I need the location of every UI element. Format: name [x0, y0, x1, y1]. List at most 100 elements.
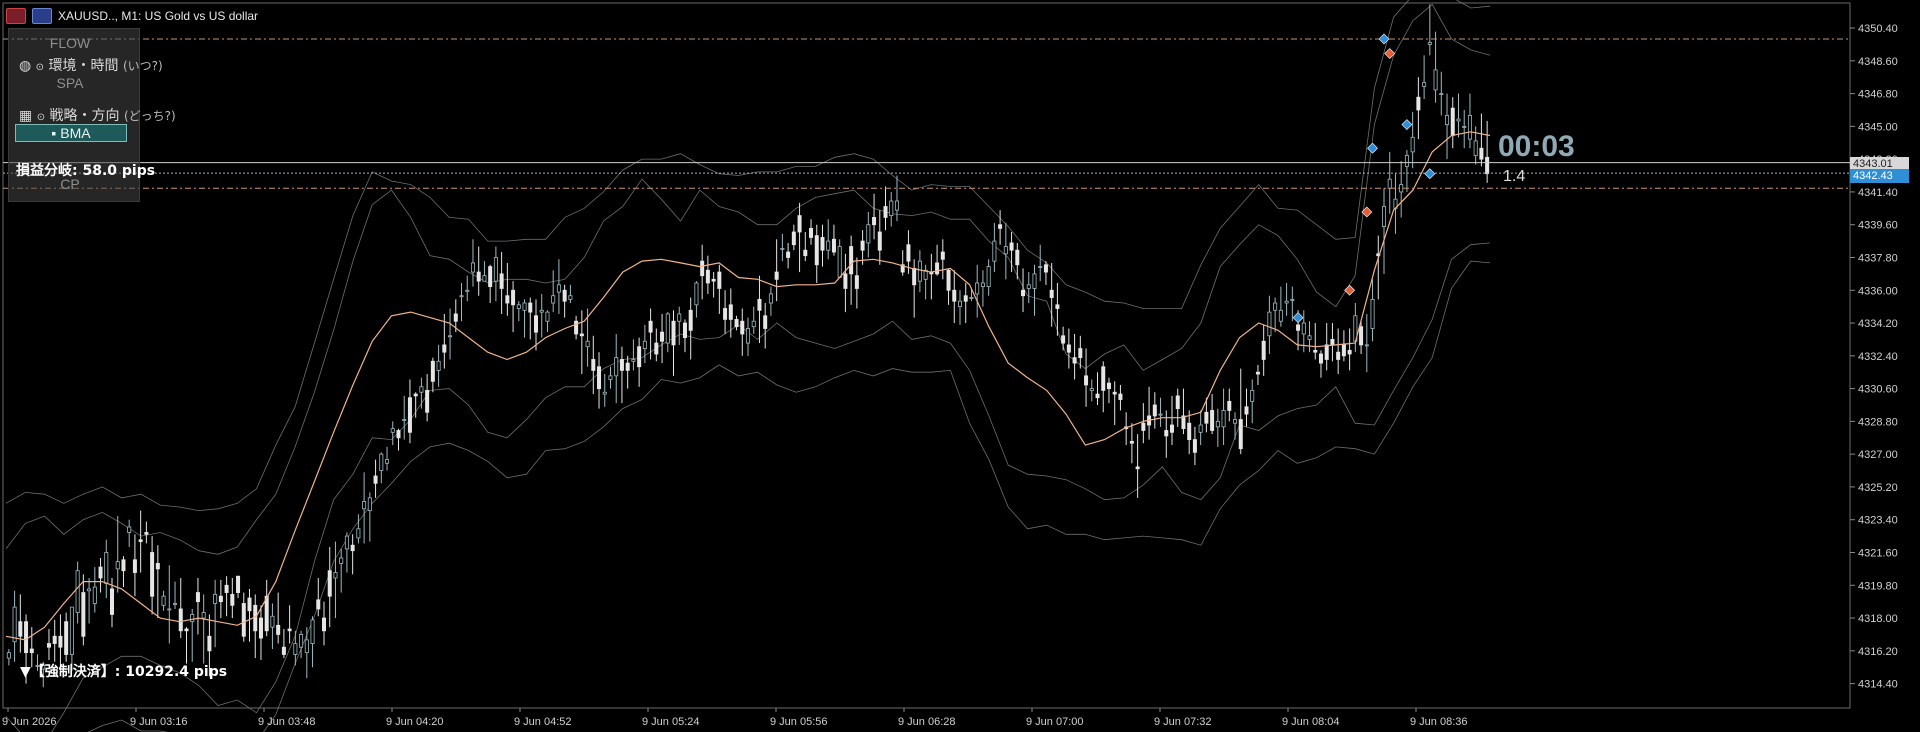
candle [373, 459, 378, 498]
candle [201, 594, 206, 664]
candle-body [1089, 388, 1094, 391]
candle [127, 519, 132, 548]
candle [396, 428, 401, 451]
chart-indicator-icon[interactable] [32, 8, 52, 24]
candle [1433, 31, 1438, 103]
candle [350, 534, 355, 575]
candle-body [917, 260, 922, 282]
candle [1244, 388, 1249, 427]
candle-body [493, 257, 498, 282]
candle-body [872, 217, 877, 226]
candle [1416, 77, 1421, 140]
candle-body [774, 271, 779, 280]
candle-body [310, 619, 315, 644]
candle [236, 575, 241, 599]
row-environment-time[interactable]: ◍ ⊙ 環境・時間 (いつ?) [19, 55, 163, 75]
candle [218, 579, 223, 619]
candle-body [797, 215, 802, 233]
y-tick-label: 4346.80 [1858, 89, 1898, 101]
candle-body [1043, 264, 1048, 273]
candle [333, 541, 338, 619]
candle [327, 547, 332, 628]
x-tick-label: 9 Jun 06:28 [898, 716, 956, 728]
candle [814, 224, 819, 283]
x-tick-label: 9 Jun 04:52 [514, 716, 572, 728]
row-strategy-direction[interactable]: ▦ ⊙ 戦略・方向 (どっち?) [19, 105, 176, 125]
candle-body [803, 249, 808, 257]
candle-body [436, 360, 441, 371]
bma-button[interactable]: ▪ BMA [15, 124, 127, 142]
candle [1341, 330, 1346, 362]
candle [1238, 368, 1243, 455]
candle [1364, 313, 1369, 373]
candle [511, 281, 516, 333]
candle-body [889, 200, 894, 217]
candle-body [287, 628, 292, 632]
candle-body [843, 273, 848, 289]
candle-body [562, 289, 567, 302]
candle-body [1152, 404, 1157, 417]
candle-body [1066, 344, 1071, 353]
candle-body [253, 604, 258, 632]
candle-body [1175, 395, 1180, 410]
candle [281, 628, 286, 659]
chart-canvas[interactable]: 4350.404348.604346.804345.004343.204341.… [0, 0, 1920, 732]
candle-body [178, 608, 183, 632]
candle-body [1416, 96, 1421, 111]
candle-body [173, 603, 178, 605]
candle-body [362, 501, 367, 510]
y-tick-label: 4339.60 [1858, 220, 1898, 232]
candle-body [1204, 411, 1209, 424]
horizontal-levels[interactable] [3, 38, 1850, 189]
candle [591, 335, 596, 395]
candle [241, 592, 246, 642]
candle-body [448, 335, 453, 338]
candle-body [425, 390, 430, 413]
candle-body [190, 614, 195, 623]
candle-body [1341, 344, 1346, 357]
one-click-trading-icon[interactable] [6, 8, 26, 24]
candle [1192, 426, 1197, 466]
candle-body [831, 238, 836, 253]
candle-body [940, 251, 945, 260]
flow-button[interactable]: FLOW [15, 34, 125, 52]
candle [1353, 303, 1358, 353]
candle-body [419, 386, 424, 393]
candle-body [344, 535, 349, 550]
candle-body [1118, 393, 1123, 400]
candle-body [1198, 424, 1203, 433]
candle-body [87, 588, 92, 592]
candle [1347, 328, 1352, 371]
candle [167, 565, 172, 644]
candle-body [1399, 184, 1404, 193]
candle [837, 239, 842, 278]
candle [1255, 364, 1260, 385]
candle-body [975, 282, 980, 295]
candle-body [608, 375, 613, 380]
candle [1250, 379, 1255, 424]
candle-body [1255, 371, 1260, 375]
candle [1387, 151, 1392, 214]
candle-body [860, 240, 865, 251]
candle [786, 242, 791, 269]
candle-body [1032, 273, 1037, 289]
spa-button[interactable]: SPA [15, 74, 125, 92]
candle [6, 649, 11, 666]
candle-body [1021, 289, 1026, 297]
candle-body [230, 593, 235, 606]
candle [1267, 295, 1272, 354]
candle [952, 270, 957, 324]
candle-body [98, 566, 103, 579]
candle-body [791, 231, 796, 246]
candle [1112, 381, 1117, 426]
candle-body [952, 289, 957, 302]
candle-body [591, 359, 596, 371]
y-tick-label: 4327.00 [1858, 449, 1898, 461]
candle [992, 222, 997, 273]
candle [470, 239, 475, 287]
candle-body [671, 320, 676, 346]
candle [963, 282, 968, 324]
candle-body [1450, 107, 1455, 136]
y-tick-label: 4323.40 [1858, 515, 1898, 527]
candle [1043, 261, 1048, 285]
